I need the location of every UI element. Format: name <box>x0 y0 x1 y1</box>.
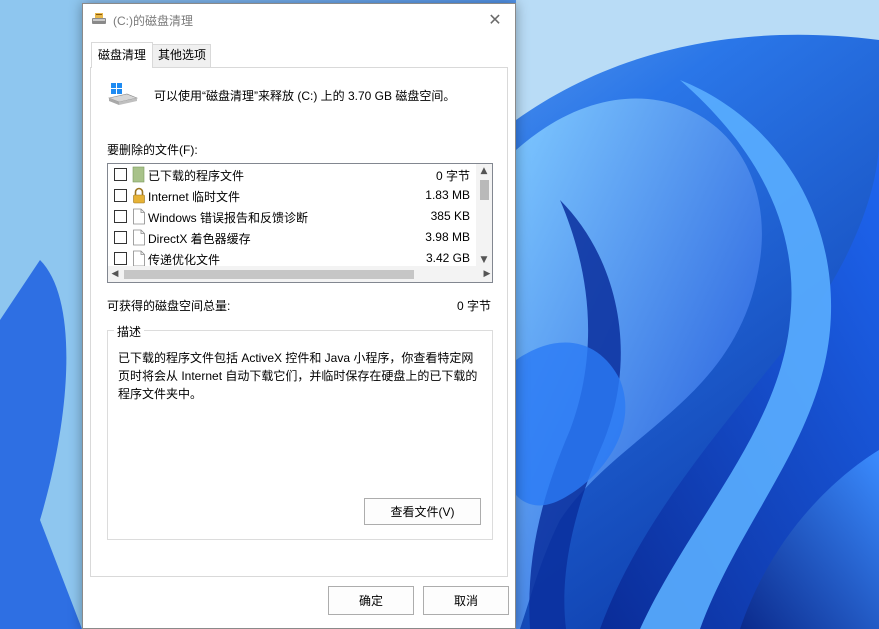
file-checkbox[interactable] <box>114 168 127 181</box>
file-checkbox[interactable] <box>114 189 127 202</box>
disk-cleanup-window: (C:)的磁盘清理 ✕ 磁盘清理 其他选项 可以使用“磁盘清理”来释放 (C:)… <box>82 3 516 629</box>
total-space-value: 0 字节 <box>456 299 491 313</box>
vertical-scrollbar[interactable]: ▲ ▼ <box>476 164 492 267</box>
document-icon <box>133 250 145 267</box>
file-size: 3.42 GB <box>425 251 470 265</box>
files-listbox[interactable]: 已下载的程序文件 0 字节 Internet 临时文件 1.83 MB Wind… <box>107 163 493 283</box>
tab-more-options[interactable]: 其他选项 <box>151 44 211 67</box>
list-item[interactable]: DirectX 着色器缓存 3.98 MB <box>108 227 478 248</box>
file-checkbox[interactable] <box>114 231 127 244</box>
disk-cleanup-panel: 可以使用“磁盘清理”来释放 (C:) 上的 3.70 GB 磁盘空间。 要删除的… <box>90 67 508 577</box>
summary-text: 可以使用“磁盘清理”来释放 (C:) 上的 3.70 GB 磁盘空间。 <box>154 89 456 103</box>
list-item[interactable]: 已下载的程序文件 0 字节 <box>108 164 478 185</box>
file-size: 385 KB <box>430 209 470 223</box>
horizontal-scroll-thumb[interactable] <box>124 270 414 279</box>
description-legend: 描述 <box>114 323 145 340</box>
file-size: 1.83 MB <box>425 188 470 202</box>
view-files-button[interactable]: 查看文件(V) <box>364 498 481 525</box>
document-icon <box>133 208 145 225</box>
downloaded-programs-icon <box>132 166 145 183</box>
description-text: 已下载的程序文件包括 ActiveX 控件和 Java 小程序，你查看特定网页时… <box>118 351 478 401</box>
horizontal-scrollbar[interactable]: ◀ ▶ <box>108 266 492 282</box>
close-icon: ✕ <box>488 9 502 29</box>
file-name: Windows 错误报告和反馈诊断 <box>148 211 309 225</box>
files-to-delete-label: 要删除的文件(F): <box>107 143 198 157</box>
list-item[interactable]: Windows 错误报告和反馈诊断 385 KB <box>108 206 478 227</box>
scroll-up-icon[interactable]: ▲ <box>476 164 492 178</box>
disk-cleanup-icon <box>92 13 106 24</box>
title-bar[interactable]: (C:)的磁盘清理 ✕ <box>83 4 515 36</box>
lock-icon <box>133 187 145 204</box>
document-icon <box>133 229 145 246</box>
file-size: 3.98 MB <box>425 230 470 244</box>
file-name: DirectX 着色器缓存 <box>148 232 251 246</box>
total-space-label: 可获得的磁盘空间总量: <box>107 299 231 313</box>
ok-button[interactable]: 确定 <box>328 586 414 615</box>
file-checkbox[interactable] <box>114 210 127 223</box>
file-name: Internet 临时文件 <box>148 190 241 204</box>
scroll-right-icon[interactable]: ▶ <box>480 266 492 282</box>
tab-disk-cleanup[interactable]: 磁盘清理 <box>91 42 154 68</box>
cancel-button[interactable]: 取消 <box>423 586 509 615</box>
close-button[interactable]: ✕ <box>475 4 515 34</box>
file-size: 0 字节 <box>435 169 470 183</box>
drive-icon <box>107 83 139 105</box>
description-group: 描述 已下载的程序文件包括 ActiveX 控件和 Java 小程序，你查看特定… <box>107 323 493 540</box>
window-title: (C:)的磁盘清理 <box>113 14 193 28</box>
scroll-left-icon[interactable]: ◀ <box>108 266 122 282</box>
scroll-down-icon[interactable]: ▼ <box>476 253 492 267</box>
file-checkbox[interactable] <box>114 252 127 265</box>
list-item[interactable]: Internet 临时文件 1.83 MB <box>108 185 478 206</box>
vertical-scroll-thumb[interactable] <box>480 180 489 200</box>
file-name: 已下载的程序文件 <box>148 169 245 183</box>
